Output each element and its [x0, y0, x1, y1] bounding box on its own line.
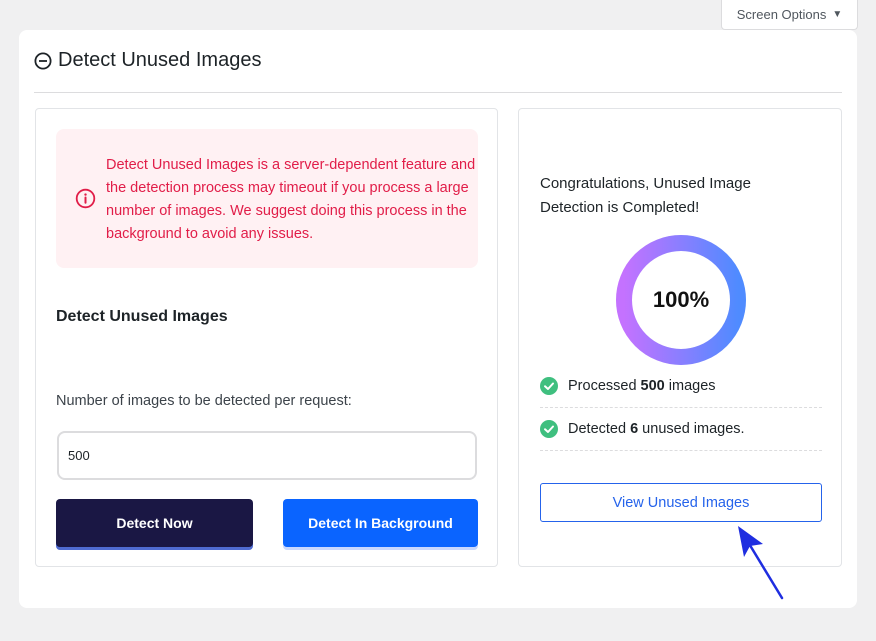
detect-now-button[interactable]: Detect Now: [56, 499, 253, 547]
panel-header[interactable]: Detect Unused Images: [34, 49, 261, 72]
section-title: Detect Unused Images: [56, 308, 228, 325]
completion-message: Congratulations, Unused Image Detection …: [540, 175, 751, 216]
detected-stat: Detected 6 unused images.: [540, 408, 822, 451]
images-per-request-input[interactable]: [57, 431, 477, 480]
view-unused-images-button[interactable]: View Unused Images: [540, 483, 822, 522]
header-divider: [34, 92, 842, 93]
panel-title: Detect Unused Images: [58, 49, 262, 71]
detected-suffix: unused images.: [638, 421, 745, 437]
detect-in-background-button[interactable]: Detect In Background: [283, 499, 478, 547]
annotation-arrow-icon: [738, 526, 784, 600]
processed-prefix: Processed: [568, 378, 641, 394]
processed-text: Processed 500 images: [568, 378, 716, 394]
detected-prefix: Detected: [568, 421, 631, 437]
minus-circle-icon[interactable]: [34, 52, 52, 70]
check-circle-icon: [540, 377, 558, 395]
processed-stat: Processed 500 images: [540, 365, 822, 408]
caret-down-icon: ▼: [832, 9, 843, 20]
detected-text: Detected 6 unused images.: [568, 421, 745, 437]
alert-message: Detect Unused Images is a server-depende…: [106, 157, 476, 242]
images-per-request-label: Number of images to be detected per requ…: [56, 393, 352, 409]
results-card: Congratulations, Unused Image Detection …: [518, 108, 842, 567]
detected-count: 6: [630, 421, 639, 437]
settings-card: Detect Unused Images is a server-depende…: [35, 108, 498, 567]
processed-suffix: images: [664, 378, 716, 394]
info-circle-icon: [75, 188, 96, 209]
warning-alert: Detect Unused Images is a server-depende…: [56, 129, 478, 268]
screen-options-label: Screen Options: [736, 7, 827, 22]
check-circle-icon: [540, 420, 558, 438]
screen-options-button[interactable]: Screen Options ▼: [721, 0, 858, 30]
processed-count: 500: [640, 378, 665, 394]
progress-percent: 100%: [652, 287, 710, 312]
